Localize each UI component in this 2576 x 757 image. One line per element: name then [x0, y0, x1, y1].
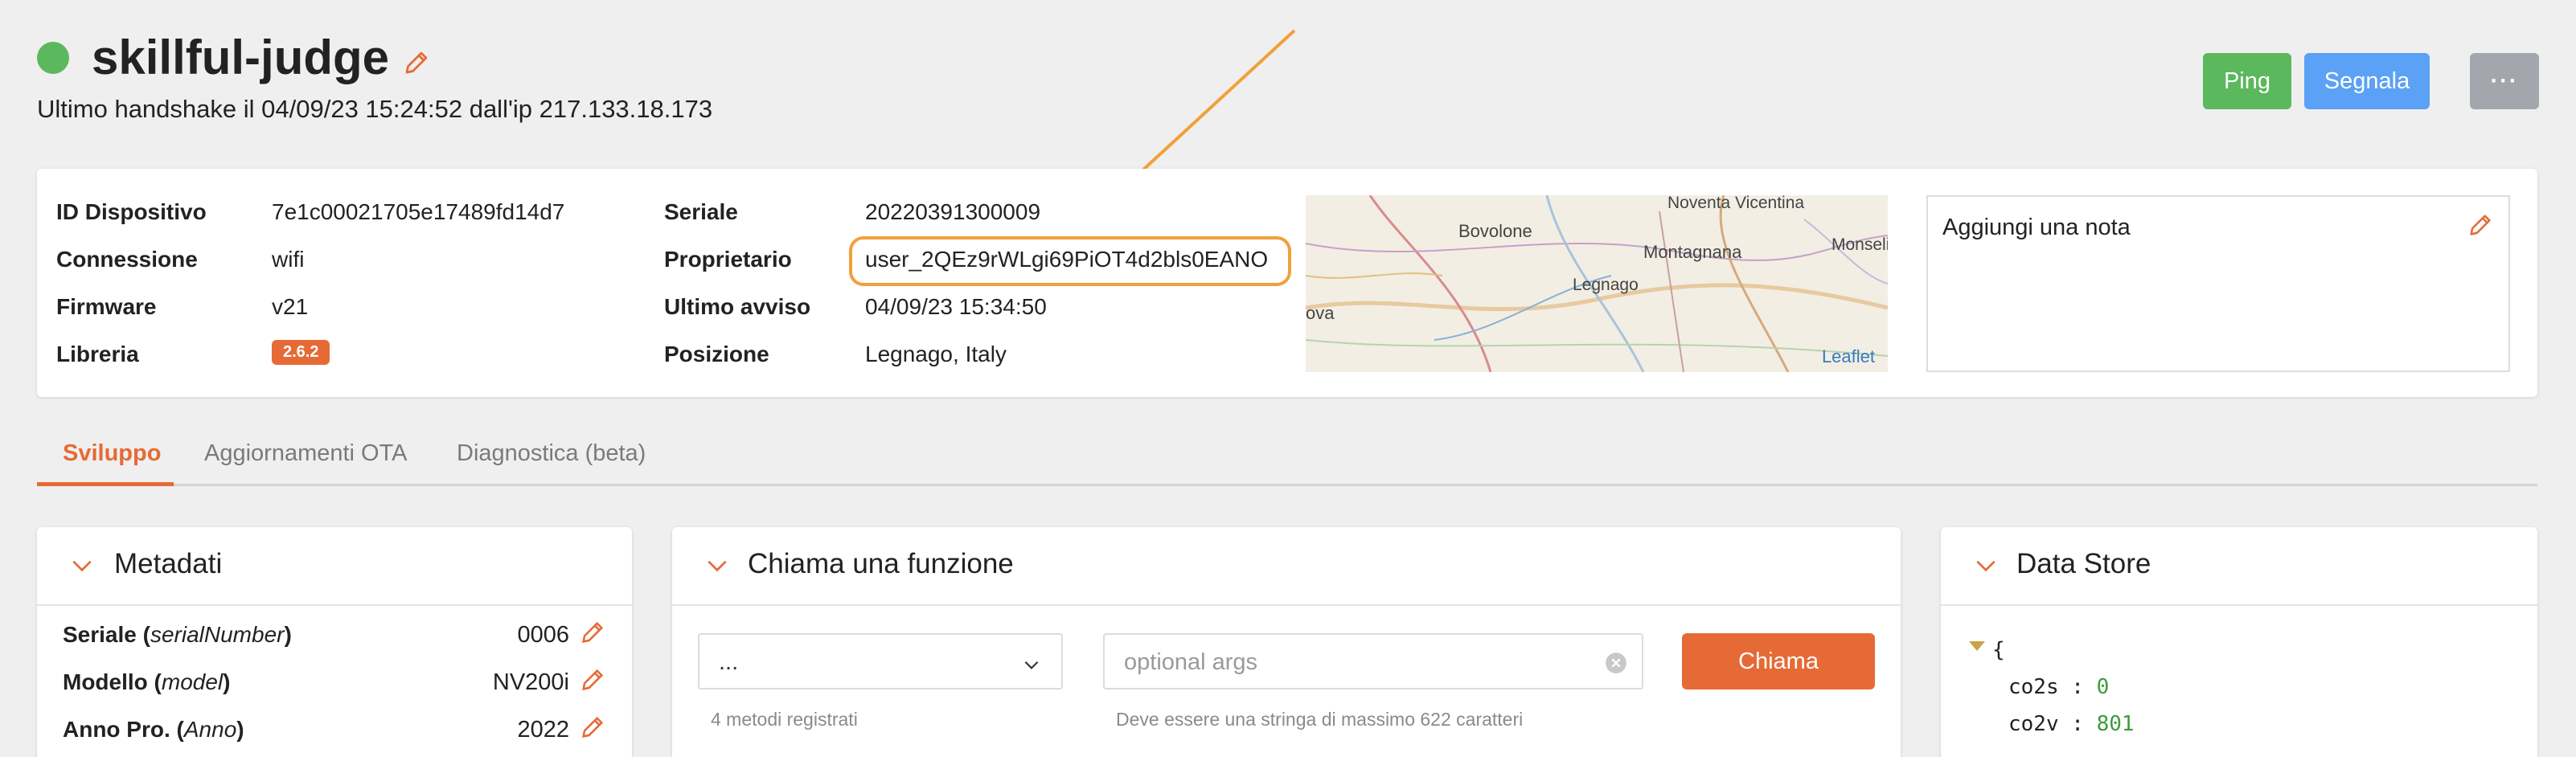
call-function-button[interactable]: Chiama: [1682, 633, 1875, 689]
location-map[interactable]: Noventa Vicentina Bovolone Montagnana Mo…: [1306, 195, 1888, 372]
meta-row-label: Seriale (serialNumber): [63, 622, 292, 647]
tab-diagnostica[interactable]: Diagnostica (beta): [457, 440, 646, 467]
connessione-value: wifi: [272, 247, 305, 272]
seriale-value: 20220391300009: [865, 199, 1041, 224]
seriale-label: Seriale: [664, 199, 738, 224]
meta-row-label: Modello (model): [63, 669, 231, 694]
note-box[interactable]: Aggiungi una nota: [1926, 195, 2510, 372]
map-attribution-link[interactable]: Leaflet: [1822, 346, 1875, 367]
method-select[interactable]: ...: [698, 633, 1063, 689]
json-entry: co2v : 801: [2008, 712, 2135, 736]
map-label-montagnana: Montagnana: [1643, 242, 1742, 262]
id-label: ID Dispositivo: [56, 199, 207, 224]
tab-aggiornamenti-ota[interactable]: Aggiornamenti OTA: [204, 440, 408, 467]
proprietario-label: Proprietario: [664, 247, 792, 272]
map-label-bovolone: Bovolone: [1458, 221, 1532, 241]
meta-row-label: Anno Pro. (Anno): [63, 717, 244, 742]
metadati-divider: [37, 604, 632, 606]
tabs-baseline: [37, 484, 2537, 486]
clear-input-icon[interactable]: [1605, 652, 1627, 674]
map-label-legnago: Legnago: [1573, 276, 1639, 294]
meta-row-value: 0006: [517, 622, 569, 648]
edit-note-pencil-icon[interactable]: [2467, 211, 2496, 240]
funzione-chevron-icon[interactable]: [704, 553, 730, 579]
datastore-divider: [1941, 604, 2537, 606]
metadati-chevron-icon[interactable]: [69, 553, 95, 579]
datastore-chevron-icon[interactable]: [1973, 553, 1999, 579]
connessione-label: Connessione: [56, 247, 198, 272]
libreria-version-badge: 2.6.2: [272, 340, 330, 365]
segnala-button[interactable]: Segnala: [2304, 53, 2430, 109]
funzione-divider: [672, 604, 1901, 606]
libreria-label: Libreria: [56, 342, 139, 366]
edit-name-pencil-icon[interactable]: [402, 48, 431, 77]
json-collapse-triangle-icon[interactable]: [1968, 640, 1986, 653]
map-label-noventa: Noventa Vicentina: [1667, 195, 1805, 212]
handshake-info: Ultimo handshake il 04/09/23 15:24:52 da…: [37, 95, 713, 123]
ultimo-avviso-label: Ultimo avviso: [664, 294, 811, 319]
args-hint-text: Deve essere una stringa di massimo 622 c…: [1116, 709, 1524, 730]
edit-year-pencil-icon[interactable]: [579, 714, 608, 743]
methods-count-text: 4 metodi registrati: [711, 709, 858, 730]
device-title: skillful-judge: [92, 31, 390, 84]
map-label-edge: ova: [1306, 303, 1335, 323]
datastore-title: Data Store: [2016, 548, 2151, 579]
ultimo-avviso-value: 04/09/23 15:34:50: [865, 294, 1047, 319]
id-value: 7e1c00021705e17489fd14d7: [272, 199, 565, 224]
funzione-title: Chiama una funzione: [748, 548, 1014, 579]
metadati-title: Metadati: [114, 548, 223, 579]
online-status-dot: [37, 42, 69, 74]
ping-button[interactable]: Ping: [2203, 53, 2291, 109]
posizione-label: Posizione: [664, 342, 769, 366]
posizione-value: Legnago, Italy: [865, 342, 1007, 366]
edit-model-pencil-icon[interactable]: [579, 666, 608, 695]
args-placeholder: optional args: [1124, 649, 1258, 675]
chevron-down-icon: [1024, 661, 1039, 669]
json-open-brace: {: [1992, 638, 2005, 662]
args-input[interactable]: optional args: [1103, 633, 1643, 689]
more-options-button[interactable]: ···: [2470, 53, 2539, 109]
firmware-label: Firmware: [56, 294, 157, 319]
owner-highlight-box: [849, 236, 1291, 286]
json-entry: co2s : 0: [2008, 675, 2110, 699]
note-placeholder: Aggiungi una nota: [1942, 215, 2131, 240]
tab-sviluppo[interactable]: Sviluppo: [63, 440, 161, 467]
meta-row-value: NV200i: [492, 669, 569, 695]
active-tab-indicator: [37, 482, 174, 486]
firmware-value: v21: [272, 294, 309, 319]
map-label-monselice: Monselic: [1832, 235, 1888, 254]
method-select-value: ...: [719, 649, 739, 675]
edit-serial-pencil-icon[interactable]: [579, 619, 608, 648]
meta-row-value: 2022: [517, 717, 569, 743]
